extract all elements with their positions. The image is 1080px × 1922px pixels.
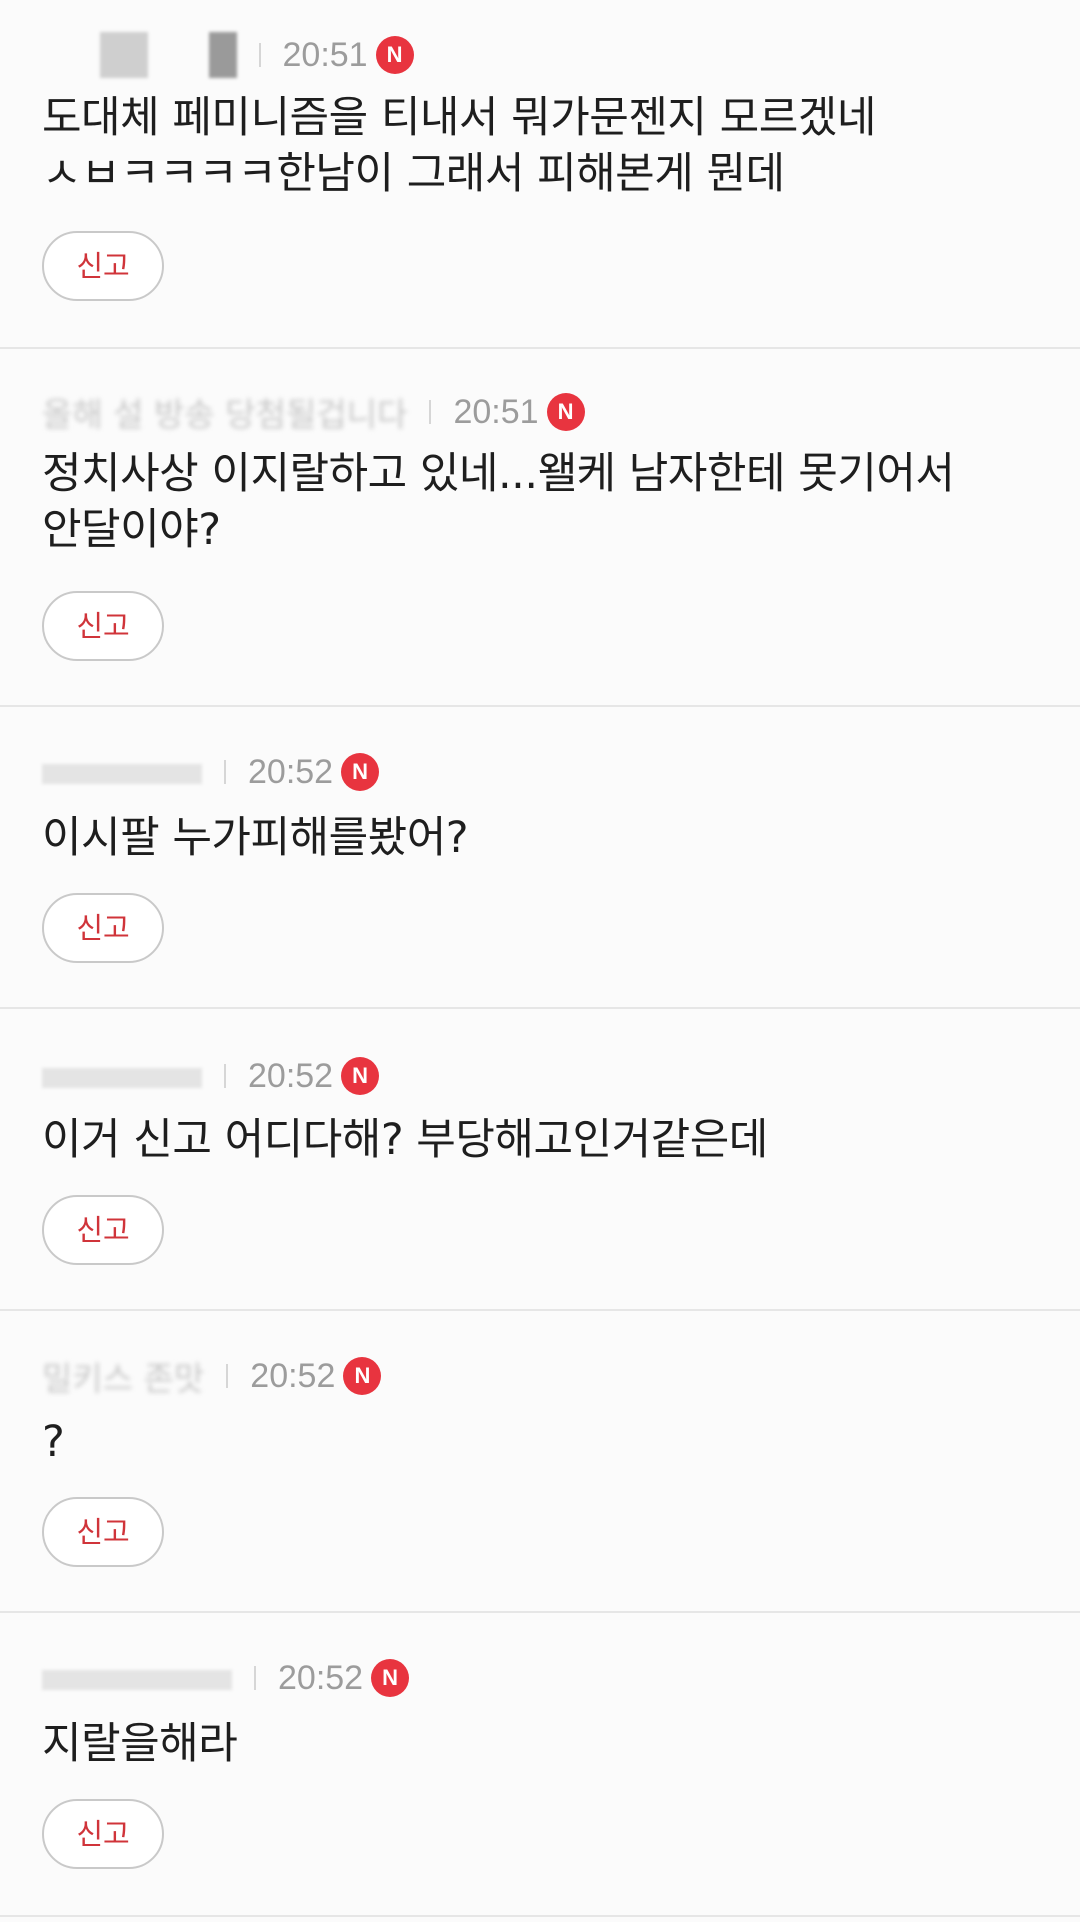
report-button[interactable]: 신고 xyxy=(42,893,164,963)
comment-meta: 20:52 N xyxy=(42,1051,380,1101)
redacted-name xyxy=(42,1068,202,1088)
report-button[interactable]: 신고 xyxy=(42,591,164,661)
comment-meta: 밀키스 존맛 20:52 N xyxy=(42,1351,382,1401)
comment-author[interactable] xyxy=(42,32,237,78)
meta-separator xyxy=(429,400,432,424)
redacted-name xyxy=(42,1670,232,1690)
comment-meta: 20:52 N xyxy=(42,747,380,797)
comment-text: 이시팔 누가피해를봤어? xyxy=(42,813,469,863)
comment-meta: 올해 설 방송 당첨될겁니다 20:51 N xyxy=(42,387,585,437)
comment-time: 20:52 xyxy=(278,1658,364,1697)
report-button[interactable]: 신고 xyxy=(42,1497,164,1567)
meta-separator xyxy=(224,760,226,784)
comment-text: ? xyxy=(42,1417,65,1467)
meta-separator xyxy=(226,1364,229,1388)
comment-time: 20:52 xyxy=(248,1056,334,1095)
new-badge: N xyxy=(341,753,380,791)
comment-meta: 20:51 N xyxy=(42,30,414,80)
comment-author[interactable]: 올해 설 방송 당첨될겁니다 xyxy=(42,388,407,436)
comment-text: 지랄을해라 xyxy=(42,1719,238,1769)
comment-time: 20:51 xyxy=(453,392,539,431)
comment-time: 20:52 xyxy=(250,1356,336,1395)
redacted-avatar xyxy=(100,32,148,78)
new-badge: N xyxy=(375,36,414,74)
new-badge: N xyxy=(343,1357,382,1395)
report-button[interactable]: 신고 xyxy=(42,231,164,301)
comment-author[interactable] xyxy=(42,753,202,792)
comment-meta: 20:52 N xyxy=(42,1653,410,1703)
comment-item: 20:52 N 이거 신고 어디다해? 부당해고인거같은데 신고 xyxy=(0,1009,1080,1311)
comment-text: 도대체 페미니즘을 티내서 뭐가문젠지 모르겠네 ㅅㅂㅋㅋㅋㅋ한남이 그래서 피… xyxy=(42,93,876,199)
comment-item: 20:52 N 이시팔 누가피해를봤어? 신고 xyxy=(0,707,1080,1009)
comment-time: 20:52 xyxy=(248,752,334,791)
new-badge: N xyxy=(341,1057,380,1095)
meta-separator xyxy=(258,43,261,67)
redacted-name xyxy=(208,32,237,78)
comment-list: 20:51 N 도대체 페미니즘을 티내서 뭐가문젠지 모르겠네 ㅅㅂㅋㅋㅋㅋ한… xyxy=(0,0,1080,1922)
comment-author[interactable] xyxy=(42,1057,202,1096)
new-badge: N xyxy=(546,393,585,431)
comment-text: 이거 신고 어디다해? 부당해고인거같은데 xyxy=(42,1115,768,1165)
comment-item: 밀키스 존맛 20:52 N ? 신고 xyxy=(0,1311,1080,1613)
redacted-name xyxy=(42,764,202,784)
new-badge: N xyxy=(371,1659,410,1697)
meta-separator xyxy=(224,1064,226,1088)
comment-item: 20:51 N 도대체 페미니즘을 티내서 뭐가문젠지 모르겠네 ㅅㅂㅋㅋㅋㅋ한… xyxy=(0,0,1080,349)
meta-separator xyxy=(254,1666,256,1690)
comment-text: 정치사상 이지랄하고 있네...왤케 남자한테 못기어서 안달이야? xyxy=(42,449,955,555)
comment-author[interactable] xyxy=(42,1659,232,1698)
comment-item: 올해 설 방송 당첨될겁니다 20:51 N 정치사상 이지랄하고 있네...왤… xyxy=(0,349,1080,707)
report-button[interactable]: 신고 xyxy=(42,1799,164,1869)
comment-item: 20:52 N 지랄을해라 신고 xyxy=(0,1613,1080,1917)
report-button[interactable]: 신고 xyxy=(42,1195,164,1265)
comment-author[interactable]: 밀키스 존맛 xyxy=(42,1352,204,1400)
comment-time: 20:51 xyxy=(282,35,368,74)
